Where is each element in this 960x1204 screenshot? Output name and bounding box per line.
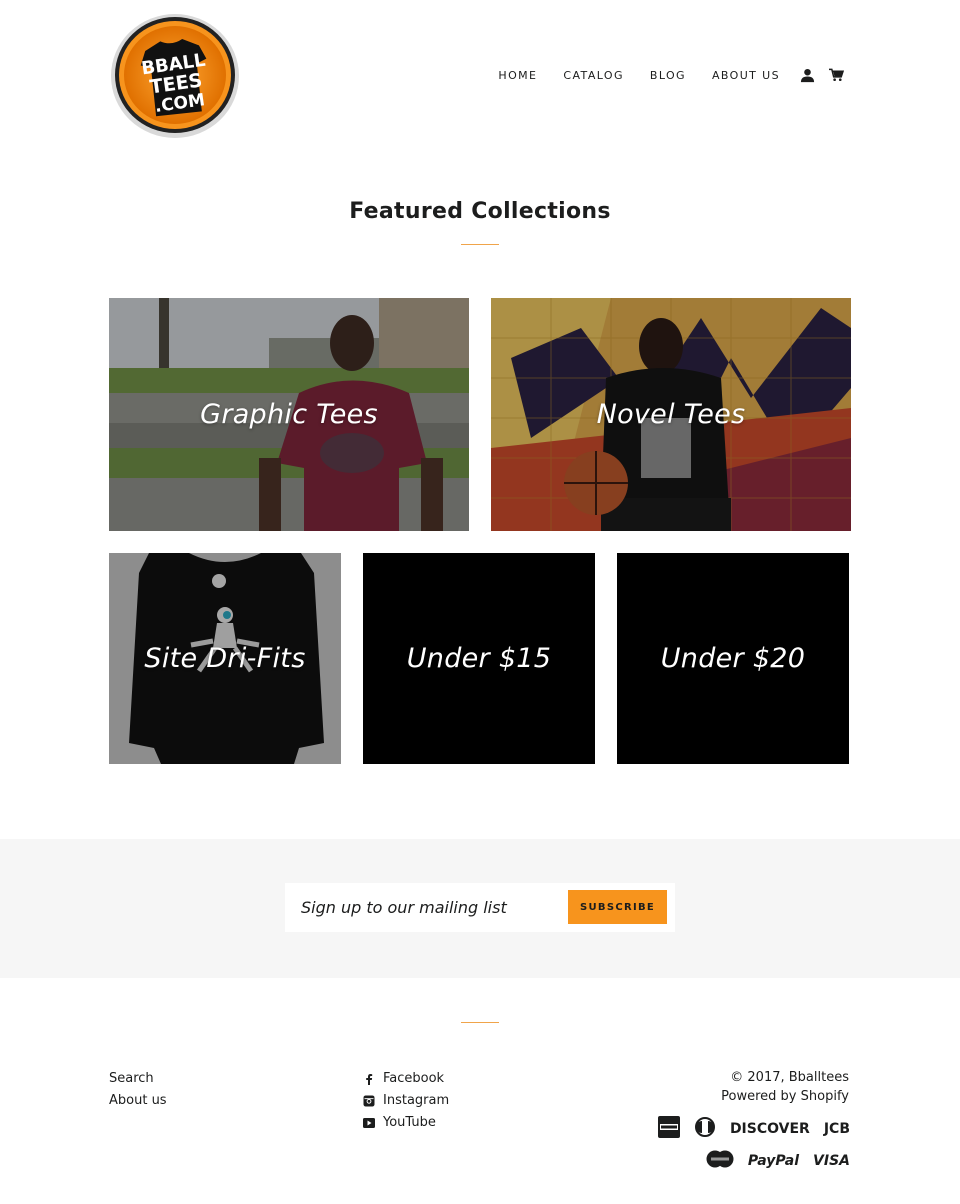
site-logo[interactable]: BBALL TEES .COM [108, 10, 242, 140]
collection-novel-tees[interactable]: Novel Tees [491, 298, 851, 531]
instagram-icon [363, 1095, 375, 1107]
social-link-youtube[interactable]: YouTube [363, 1112, 449, 1134]
collection-label: Under $15 [406, 643, 552, 674]
nav-home[interactable]: HOME [498, 69, 537, 82]
payment-row-1: DISCOVER JCB [630, 1116, 850, 1142]
footer-copyright: © 2017, Bballtees Powered by Shopify [721, 1068, 849, 1106]
footer-links: Search About us [109, 1068, 167, 1112]
collection-graphic-tees[interactable]: Graphic Tees [109, 298, 469, 531]
collection-under-15[interactable]: Under $15 [363, 553, 595, 764]
account-icon[interactable] [800, 68, 815, 83]
payment-row-2: PayPal VISA [630, 1148, 850, 1174]
logo-badge: BBALL TEES .COM [111, 14, 239, 138]
youtube-icon [363, 1117, 375, 1129]
collection-label: Graphic Tees [200, 399, 378, 430]
social-label: Instagram [383, 1093, 450, 1108]
footer-divider [461, 1022, 499, 1023]
facebook-icon [363, 1073, 375, 1085]
collection-label: Under $20 [660, 643, 806, 674]
social-link-instagram[interactable]: Instagram [363, 1090, 449, 1112]
featured-collections-title: Featured Collections [349, 199, 611, 224]
footer-link-search[interactable]: Search [109, 1068, 167, 1090]
title-divider [461, 244, 499, 245]
visa-icon: VISA [813, 1153, 850, 1169]
subscribe-button[interactable]: SUBSCRIBE [568, 890, 667, 924]
nav-about-us[interactable]: ABOUT US [712, 69, 780, 82]
powered-by-shopify[interactable]: Powered by Shopify [721, 1087, 849, 1106]
social-link-facebook[interactable]: Facebook [363, 1068, 449, 1090]
social-label: Facebook [383, 1071, 445, 1086]
mastercard-icon [706, 1150, 734, 1172]
american-express-icon [657, 1116, 680, 1142]
footer-social: Facebook Instagram YouTube [363, 1068, 449, 1134]
jcb-icon: JCB [823, 1121, 850, 1137]
main-nav: HOME CATALOG BLOG ABOUT US [498, 64, 844, 86]
nav-blog[interactable]: BLOG [650, 69, 686, 82]
social-label: YouTube [383, 1115, 436, 1130]
discover-icon: DISCOVER [729, 1121, 810, 1137]
collection-under-20[interactable]: Under $20 [617, 553, 849, 764]
collection-label: Novel Tees [596, 399, 746, 430]
nav-catalog[interactable]: CATALOG [563, 69, 623, 82]
footer-link-about-us[interactable]: About us [109, 1090, 167, 1112]
collection-label: Site Dri-Fits [144, 643, 306, 674]
newsletter-section: SUBSCRIBE [0, 839, 960, 978]
newsletter-email-input[interactable] [285, 883, 565, 932]
newsletter-form: SUBSCRIBE [285, 883, 675, 932]
copyright-text: © 2017, Bballtees [730, 1070, 849, 1085]
paypal-icon: PayPal [747, 1153, 800, 1169]
cart-icon[interactable] [829, 68, 844, 82]
site-header: BBALL TEES .COM HOME CATALOG BLOG ABOUT … [0, 0, 960, 150]
diners-club-icon [694, 1117, 716, 1141]
payment-icons: DISCOVER JCB PayPal VISA [630, 1116, 850, 1180]
collection-site-dri-fits[interactable]: Site Dri-Fits [109, 553, 341, 764]
